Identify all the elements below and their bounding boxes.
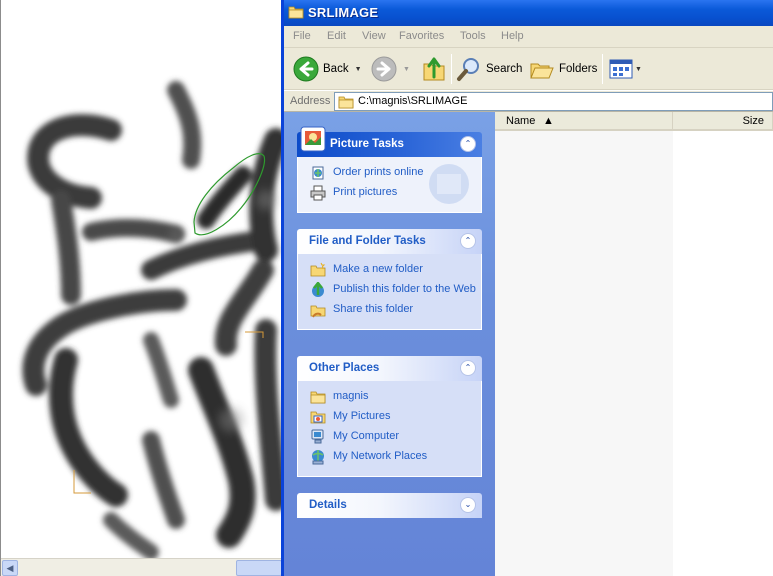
place-my-pictures[interactable]: My Pictures — [298, 409, 481, 425]
horizontal-scrollbar[interactable]: ◀ — [1, 558, 281, 576]
file-folder-tasks-panel: File and Folder Tasks ⌃ Make a new folde… — [297, 229, 482, 330]
publish-folder-web[interactable]: Publish this folder to the Web — [298, 282, 481, 298]
collapse-chevron-icon[interactable]: ⌃ — [460, 136, 476, 152]
menu-tools[interactable]: Tools — [460, 30, 486, 42]
chromosome-image — [22, 81, 281, 558]
back-label: Back — [323, 63, 349, 75]
toolbar-separator — [602, 54, 603, 84]
up-folder-icon — [423, 57, 445, 81]
column-name[interactable]: Name ▲ — [495, 112, 673, 129]
place-my-computer[interactable]: My Computer — [298, 429, 481, 445]
folder-icon — [338, 95, 354, 112]
collapse-chevron-icon[interactable]: ⌃ — [460, 360, 476, 376]
folder-icon — [288, 5, 304, 22]
scroll-thumb[interactable] — [236, 560, 281, 576]
menu-file[interactable]: File — [293, 30, 311, 42]
other-places-body: magnis My Pictures My Computer My Networ… — [297, 381, 482, 477]
share-folder-icon — [310, 305, 326, 318]
search-label: Search — [486, 63, 523, 75]
picture-tasks-body: Order prints online Print pictures — [297, 157, 482, 213]
picture-tasks-icon — [299, 125, 327, 158]
network-places-icon — [312, 450, 324, 465]
details-header[interactable]: Details ⌄ — [297, 493, 482, 518]
task-pane: Picture Tasks ⌃ Order prints online Prin… — [284, 112, 495, 576]
place-magnis[interactable]: magnis — [298, 389, 481, 405]
image-viewer[interactable]: ◀ — [0, 0, 281, 576]
details-title: Details — [309, 499, 347, 511]
folders-label: Folders — [559, 63, 598, 75]
collapse-chevron-icon[interactable]: ⌃ — [460, 233, 476, 249]
menu-favorites[interactable]: Favorites — [399, 30, 444, 42]
forward-button[interactable]: ▼ — [371, 55, 410, 83]
explorer-window: SRLIMAGE File Edit View Favorites Tools … — [281, 0, 773, 576]
folders-button[interactable]: Folders — [529, 55, 597, 83]
title-bar[interactable]: SRLIMAGE — [284, 0, 773, 26]
forward-arrow-icon — [371, 56, 397, 82]
toolbar: Back ▼ ▼ Search Folders ▼ — [284, 48, 773, 90]
folder-icon — [310, 391, 326, 404]
file-folder-tasks-title: File and Folder Tasks — [309, 235, 426, 247]
scroll-left-arrow-icon[interactable]: ◀ — [2, 560, 18, 576]
back-button[interactable]: Back ▼ — [293, 55, 362, 83]
menu-view[interactable]: View — [362, 30, 386, 42]
column-size[interactable]: Size — [673, 112, 773, 129]
back-arrow-icon — [293, 56, 319, 82]
picture-tasks-header[interactable]: Picture Tasks ⌃ — [297, 126, 482, 157]
expand-chevron-icon[interactable]: ⌄ — [460, 497, 476, 513]
share-this-folder[interactable]: Share this folder — [298, 302, 481, 318]
views-icon — [609, 59, 633, 79]
menu-edit[interactable]: Edit — [327, 30, 346, 42]
other-places-title: Other Places — [309, 362, 380, 374]
sort-ascending-icon: ▲ — [543, 115, 554, 127]
forward-dropdown-icon[interactable]: ▼ — [403, 66, 410, 73]
place-my-network-places[interactable]: My Network Places — [298, 449, 481, 465]
picture-tasks-title: Picture Tasks — [330, 138, 404, 150]
print-pictures[interactable]: Print pictures — [298, 185, 481, 201]
order-prints-online[interactable]: Order prints online — [298, 165, 481, 181]
printer-icon — [310, 185, 326, 201]
address-field[interactable]: C:\magnis\SRLIMAGE — [334, 92, 773, 111]
file-folder-tasks-body: Make a new folder Publish this folder to… — [297, 254, 482, 330]
my-computer-icon — [311, 429, 324, 444]
address-bar: Address C:\magnis\SRLIMAGE — [284, 91, 773, 112]
menu-help[interactable]: Help — [501, 30, 524, 42]
other-places-panel: Other Places ⌃ magnis My Pictures My Com… — [297, 356, 482, 477]
folders-icon — [530, 63, 554, 79]
views-button[interactable]: ▼ — [609, 55, 642, 83]
details-panel: Details ⌄ — [297, 493, 482, 518]
window-title: SRLIMAGE — [308, 5, 379, 20]
search-icon — [457, 58, 479, 81]
address-value: C:\magnis\SRLIMAGE — [358, 95, 468, 107]
search-button[interactable]: Search — [456, 55, 522, 83]
toolbar-separator — [451, 54, 452, 84]
make-new-folder[interactable]: Make a new folder — [298, 262, 481, 278]
file-list[interactable]: Name ▲ Size — [495, 112, 773, 576]
up-folder-button[interactable] — [422, 55, 446, 83]
views-dropdown-icon[interactable]: ▼ — [635, 66, 642, 73]
file-folder-tasks-header[interactable]: File and Folder Tasks ⌃ — [297, 229, 482, 254]
menu-bar: File Edit View Favorites Tools Help — [284, 26, 773, 48]
new-folder-icon — [310, 262, 326, 277]
back-dropdown-icon[interactable]: ▼ — [355, 66, 362, 73]
other-places-header[interactable]: Other Places ⌃ — [297, 356, 482, 381]
picture-tasks-panel: Picture Tasks ⌃ Order prints online Prin… — [297, 126, 482, 213]
address-label: Address — [290, 95, 331, 107]
globe-print-icon — [312, 166, 324, 180]
sorted-column-background — [495, 131, 673, 576]
column-header: Name ▲ Size — [495, 112, 773, 131]
my-pictures-icon — [310, 411, 326, 424]
publish-web-icon — [312, 282, 324, 297]
